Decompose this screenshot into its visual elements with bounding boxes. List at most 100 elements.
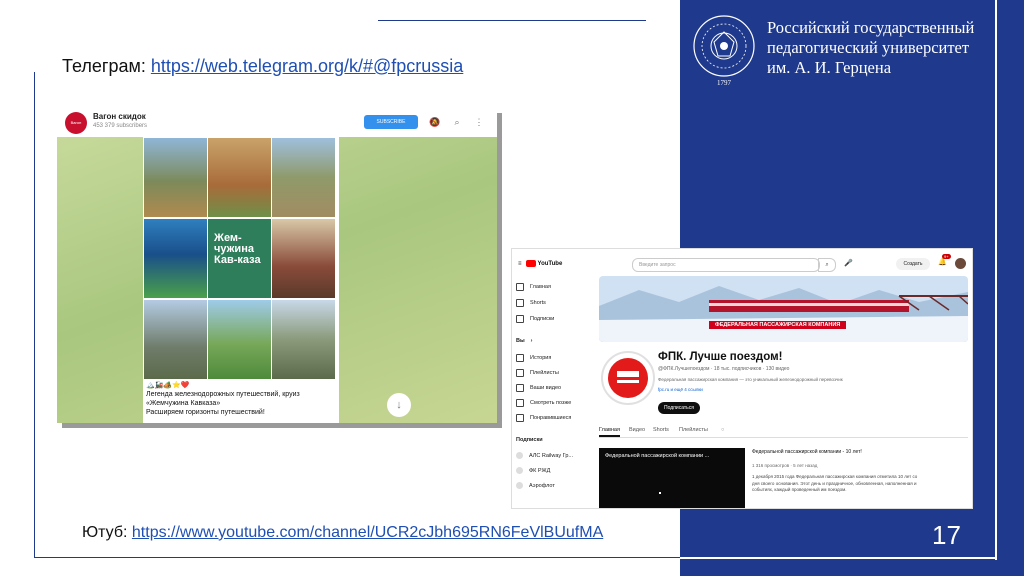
- video-cursor-dot: [659, 492, 661, 494]
- arrow-down-icon[interactable]: ↓: [387, 393, 411, 417]
- panel-frame-right: [995, 0, 997, 560]
- watch-later-icon: [516, 399, 524, 407]
- channel-links[interactable]: fpc.ru и ещё 4 ссылки: [658, 387, 703, 392]
- subscribe-button[interactable]: Подписаться: [658, 402, 700, 414]
- post-photo-2[interactable]: [208, 138, 271, 217]
- channel-banner: ФЕДЕРАЛЬНАЯ ПАССАЖИРСКАЯ КОМПАНИЯ: [599, 276, 968, 342]
- tab-videos[interactable]: Видео: [629, 427, 645, 433]
- sidebar-item-watch-later[interactable]: Смотреть позже: [516, 399, 571, 407]
- youtube-play-icon: [525, 260, 536, 267]
- post-photo-9[interactable]: [272, 300, 335, 379]
- telegram-subscribers: 453 379 subscribers: [93, 123, 148, 129]
- tab-playlists[interactable]: Плейлисты: [679, 427, 708, 433]
- telegram-caption-label: Телеграм:: [62, 56, 151, 76]
- bell-icon[interactable]: 🔔: [938, 258, 947, 266]
- telegram-caption: Телеграм: https://web.telegram.org/k/#@f…: [62, 56, 463, 77]
- channel-avatar[interactable]: [601, 351, 655, 405]
- telegram-post[interactable]: Жем-чужина Кав-каза 🏔️🚂🏕️⭐❤️ Легенда жел…: [143, 137, 339, 423]
- subscriptions-icon: [516, 315, 524, 323]
- sidebar-item-label: Плейлисты: [530, 370, 559, 376]
- university-name: Российский государственный педагогически…: [767, 18, 1017, 78]
- sidebar-item-label: Смотреть позже: [530, 400, 572, 406]
- telegram-link[interactable]: https://web.telegram.org/k/#@fpcrussia: [151, 56, 463, 76]
- sidebar-item-liked[interactable]: Понравившиеся: [516, 414, 571, 422]
- tab-home[interactable]: Главная: [599, 427, 620, 437]
- post-photo-5-title[interactable]: Жем-чужина Кав-каза: [208, 219, 271, 298]
- university-line-2: педагогический университет: [767, 38, 970, 57]
- shorts-icon: [516, 299, 524, 307]
- create-button[interactable]: Создать: [896, 258, 930, 270]
- university-line-1: Российский государственный: [767, 18, 975, 37]
- top-divider: [378, 20, 646, 21]
- channel-avatar: [516, 452, 523, 459]
- sidebar-item-shorts[interactable]: Shorts: [516, 299, 546, 307]
- sidebar-item-label: Главная: [530, 284, 551, 290]
- post-photo-7[interactable]: [144, 300, 207, 379]
- youtube-logo[interactable]: ≡ YouTube: [518, 260, 562, 267]
- telegram-channel-name[interactable]: Вагон скидок: [93, 112, 146, 121]
- playlists-icon: [516, 369, 524, 377]
- telegram-header: Вагон Скидок Вагон скидок 453 379 subscr…: [57, 108, 497, 147]
- slide-number: 17: [932, 520, 961, 550]
- notification-badge: 9+: [942, 254, 951, 259]
- channel-meta: @ФПК.Лучшепоездом · 18 тыс. подписчиков …: [658, 366, 790, 372]
- video-meta: 1 316 просмотров · 5 лет назад: [752, 463, 818, 468]
- fpk-logo-icon: [608, 358, 648, 398]
- sidebar-sub-item[interactable]: Аэрофлот: [516, 482, 555, 489]
- post-photo-4[interactable]: [144, 219, 207, 298]
- banner-image: [599, 276, 968, 342]
- avatar[interactable]: [955, 258, 966, 269]
- sidebar-item-label: Shorts: [530, 300, 546, 306]
- post-photo-6[interactable]: [272, 219, 335, 298]
- youtube-caption-label: Ютуб:: [82, 524, 132, 541]
- chevron-right-icon: ›: [530, 338, 533, 344]
- post-emojis: 🏔️🚂🏕️⭐❤️: [146, 382, 190, 389]
- post-photo-3[interactable]: [272, 138, 335, 217]
- your-videos-icon: [516, 384, 524, 392]
- more-icon[interactable]: ⋮: [473, 116, 485, 128]
- sidebar-item-label: Понравившиеся: [530, 415, 572, 421]
- sidebar-item-label: Ваши видео: [530, 385, 562, 391]
- seal-year: 1797: [717, 79, 732, 87]
- microphone-icon[interactable]: 🎤: [844, 259, 853, 267]
- tab-shorts[interactable]: Shorts: [653, 427, 669, 433]
- sidebar-item-home[interactable]: Главная: [516, 283, 551, 291]
- search-icon[interactable]: ○: [721, 427, 724, 433]
- sidebar-subs-header: Подписки: [516, 437, 543, 443]
- youtube-logo-text: YouTube: [537, 261, 563, 268]
- youtube-search-input[interactable]: Введите запрос: [632, 258, 820, 272]
- post-photo-8[interactable]: [208, 300, 271, 379]
- sidebar-item-label: АЛС Railway Гр...: [529, 452, 573, 459]
- hamburger-icon[interactable]: ≡: [518, 261, 522, 267]
- sidebar-you-header[interactable]: Вы ›: [516, 338, 533, 344]
- post-photo-1[interactable]: [144, 138, 207, 217]
- featured-video-player[interactable]: Федеральной пассажирской компании ...: [599, 448, 745, 508]
- sidebar-item-label: Аэрофлот: [529, 482, 555, 489]
- banner-label: ФЕДЕРАЛЬНАЯ ПАССАЖИРСКАЯ КОМПАНИЯ: [709, 321, 847, 329]
- you-label: Вы: [516, 338, 525, 344]
- post-line-1: Легенда железнодорожных путешествий, кру…: [146, 391, 300, 398]
- sidebar-item-subscriptions[interactable]: Подписки: [516, 315, 554, 323]
- telegram-screenshot: Вагон Скидок Вагон скидок 453 379 subscr…: [57, 108, 497, 423]
- channel-avatar: [516, 482, 523, 489]
- youtube-link[interactable]: https://www.youtube.com/channel/UCR2cJbh…: [132, 524, 603, 541]
- search-icon[interactable]: ⌕: [451, 116, 463, 128]
- youtube-caption: Ютуб: https://www.youtube.com/channel/UC…: [82, 524, 603, 542]
- search-icon[interactable]: ⌕: [818, 258, 836, 272]
- post-line-2: «Жемчужина Кавказа»: [146, 400, 221, 407]
- telegram-post-text: 🏔️🚂🏕️⭐❤️ Легенда железнодорожных путешес…: [146, 381, 336, 417]
- sidebar-item-playlists[interactable]: Плейлисты: [516, 369, 559, 377]
- sidebar-item-your-videos[interactable]: Ваши видео: [516, 384, 561, 392]
- channel-description[interactable]: Федеральная пассажирская компания — это …: [658, 377, 908, 382]
- bottom-divider: [34, 557, 680, 558]
- sidebar-sub-item[interactable]: ФК РЖД: [516, 467, 550, 474]
- university-seal-icon: 1797: [693, 15, 755, 87]
- telegram-channel-avatar[interactable]: Вагон Скидок: [65, 112, 87, 147]
- video-heading[interactable]: Федеральной пассажирской компании - 10 л…: [752, 449, 962, 455]
- bell-off-icon[interactable]: 🔕: [429, 116, 441, 128]
- university-line-3: им. А. И. Герцена: [767, 58, 892, 77]
- telegram-subscribe-button[interactable]: SUBSCRIBE: [364, 115, 418, 129]
- sidebar-item-history[interactable]: История: [516, 354, 551, 362]
- home-icon: [516, 283, 524, 291]
- sidebar-sub-item[interactable]: АЛС Railway Гр...: [516, 452, 573, 459]
